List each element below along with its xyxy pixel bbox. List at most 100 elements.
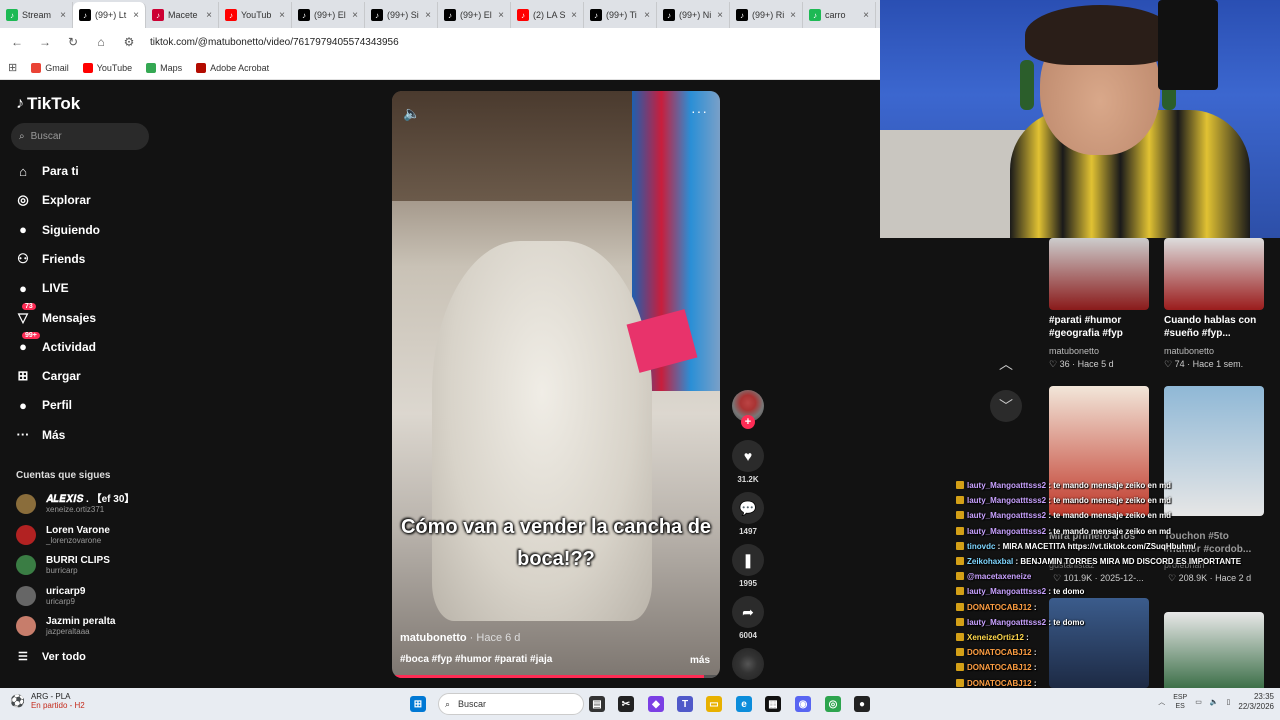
browser-tab[interactable]: ♪ (2) LA S × (511, 2, 584, 28)
chat-badge-icon (956, 678, 964, 687)
windows-start-icon[interactable]: ⊞ (410, 696, 426, 712)
discord-icon[interactable]: ◉ (795, 696, 811, 712)
browser-tab[interactable]: ♪ (99+) Lt × (73, 2, 146, 28)
forward-icon[interactable]: → (38, 35, 52, 49)
music-disc-button[interactable] (732, 648, 764, 680)
more-text-button[interactable]: más (690, 655, 710, 666)
apps-icon[interactable]: ⊞ (8, 61, 17, 74)
sidebar-item[interactable]: ◎ Explorar (14, 188, 154, 212)
related-video-author[interactable]: matubonetto (1164, 346, 1214, 356)
close-icon[interactable]: × (60, 10, 66, 21)
close-icon[interactable]: × (644, 10, 650, 21)
browser-tab[interactable]: ♪ (99+) Ti × (584, 2, 657, 28)
close-icon[interactable]: × (352, 10, 358, 21)
following-account[interactable]: 𝑨𝑳𝑬𝑿𝑰𝑺 . 【ef 30】 xeneize.ortiz371 (16, 490, 156, 518)
edge-icon[interactable]: e (736, 696, 752, 712)
related-video-title[interactable]: #parati #humor #geografia #fyp (1049, 314, 1149, 340)
search-input[interactable]: ⌕ Buscar (11, 123, 149, 150)
close-icon[interactable]: × (571, 10, 577, 21)
browser-tab[interactable]: ♪ (99+) Si × (365, 2, 438, 28)
close-icon[interactable]: × (425, 10, 431, 21)
sidebar-item[interactable]: ● LIVE (14, 276, 154, 300)
video-author[interactable]: matubonetto · Hace 6 d (400, 632, 520, 644)
chrome-icon[interactable]: ◎ (825, 696, 841, 712)
browser-tab[interactable]: ♪ Stream × (0, 2, 73, 28)
sidebar-item[interactable]: ⌂ Para ti (14, 159, 154, 183)
close-icon[interactable]: × (498, 10, 504, 21)
video-progress-bar[interactable] (392, 675, 720, 678)
copilot-icon[interactable]: ◆ (648, 696, 664, 712)
author-avatar-button[interactable]: + (732, 390, 764, 429)
sidebar-item[interactable]: ⚇ Friends (14, 247, 154, 271)
bookmark-item[interactable]: Gmail (31, 62, 69, 73)
following-account[interactable]: Loren Varone _lorenzovarone (16, 521, 156, 549)
language-indicator[interactable]: ESP ES (1173, 693, 1187, 711)
follow-plus-icon[interactable]: + (741, 415, 755, 429)
related-video-author[interactable]: matubonetto (1049, 346, 1099, 356)
app-icon[interactable]: ✂ (618, 696, 634, 712)
reload-icon[interactable]: ↻ (66, 35, 80, 49)
battery-icon[interactable]: ▯ (1227, 698, 1231, 706)
back-icon[interactable]: ← (10, 35, 24, 49)
like-button[interactable]: ♥ 31.2K (732, 440, 764, 484)
close-icon[interactable]: × (206, 10, 212, 21)
video-hashtags[interactable]: #boca #fyp #humor #parati #jaja (400, 654, 552, 665)
taskbar-search[interactable]: ⌕ Buscar (438, 693, 584, 715)
chat-text: : (1031, 602, 1037, 612)
clock[interactable]: 23:35 22/3/2026 (1238, 692, 1274, 712)
file-explorer-icon[interactable]: ▭ (706, 696, 722, 712)
sidebar-item[interactable]: ▽ 73 Mensajes (14, 302, 154, 330)
volume-icon[interactable]: 🔈 (403, 105, 420, 122)
save-button[interactable]: ❚ 1995 (732, 544, 764, 588)
store-icon[interactable]: ▦ (765, 696, 781, 712)
sidebar-item[interactable]: ● Perfil (14, 393, 154, 417)
following-account[interactable]: BURRI CLIPS burricarp (16, 551, 156, 579)
close-icon[interactable]: × (717, 10, 723, 21)
following-account[interactable]: Jazmin peralta jazperaltaaa (16, 612, 156, 640)
teams-icon[interactable]: T (677, 696, 693, 712)
browser-tab[interactable]: ♪ (99+) El × (438, 2, 511, 28)
browser-tab[interactable]: ♪ Macete × (146, 2, 219, 28)
tray-chevron-icon[interactable]: ︿ (1158, 697, 1165, 707)
home-icon[interactable]: ⌂ (94, 35, 108, 49)
chat-badge-icon (956, 541, 964, 550)
task-view-icon[interactable]: ▤ (589, 696, 605, 712)
sidebar-item[interactable]: ● Siguiendo (14, 218, 154, 242)
video-player[interactable]: 🔈 ··· Cómo van a vender la cancha de boc… (392, 91, 720, 678)
chevron-up-icon[interactable]: ︿ (990, 348, 1022, 380)
close-icon[interactable]: × (133, 10, 139, 21)
music-disc-icon (732, 648, 764, 680)
sidebar-item[interactable]: ··· Más (14, 423, 154, 447)
weather-widget[interactable]: ⚽ ARG - PLA En partido - H2 (10, 692, 85, 710)
browser-tab[interactable]: ♪ (99+) El × (292, 2, 365, 28)
obs-icon[interactable]: ● (854, 696, 870, 712)
share-button[interactable]: ➦ 6004 (732, 596, 764, 640)
related-video-thumbnail[interactable] (1164, 238, 1264, 310)
bookmark-item[interactable]: YouTube (82, 62, 132, 73)
sidebar-item[interactable]: ● 99+ Actividad (14, 331, 154, 359)
close-icon[interactable]: × (863, 10, 869, 21)
see-all-link[interactable]: ☰ Ver todo (18, 650, 86, 664)
tiktok-logo[interactable]: ♪ TikTok (16, 94, 80, 114)
related-video-title[interactable]: Cuando hablas con #sueño #fyp... (1164, 314, 1264, 340)
browser-tab[interactable]: ♪ carro × (803, 2, 876, 28)
browser-tab[interactable]: ♪ (99+) Ri × (730, 2, 803, 28)
following-account[interactable]: uricarp9 uricarp9 (16, 582, 156, 610)
more-options-icon[interactable]: ··· (691, 103, 708, 119)
related-video-thumbnail[interactable] (1049, 238, 1149, 310)
site-info-icon[interactable]: ⚙ (122, 35, 136, 49)
sidebar-item[interactable]: ⊞ Cargar (14, 364, 154, 388)
comment-button[interactable]: 💬 1497 (732, 492, 764, 536)
close-icon[interactable]: × (790, 10, 796, 21)
chat-message: DONATOCABJ12 : (956, 602, 1037, 612)
chevron-down-icon[interactable]: ﹀ (990, 390, 1022, 422)
network-icon[interactable]: ▭ (1195, 698, 1202, 706)
bookmark-item[interactable]: Adobe Acrobat (196, 62, 269, 73)
browser-tab[interactable]: ♪ YouTub × (219, 2, 292, 28)
bookmark-item[interactable]: Maps (146, 62, 182, 73)
volume-tray-icon[interactable]: 🔈 (1210, 698, 1219, 706)
chat-message: lauty_Mangoatttsss2 : te domo (956, 587, 1084, 596)
browser-tab[interactable]: ♪ (99+) Ni × (657, 2, 730, 28)
close-icon[interactable]: × (279, 10, 285, 21)
url-field[interactable]: tiktok.com/@matubonetto/video/7617979405… (150, 37, 399, 48)
